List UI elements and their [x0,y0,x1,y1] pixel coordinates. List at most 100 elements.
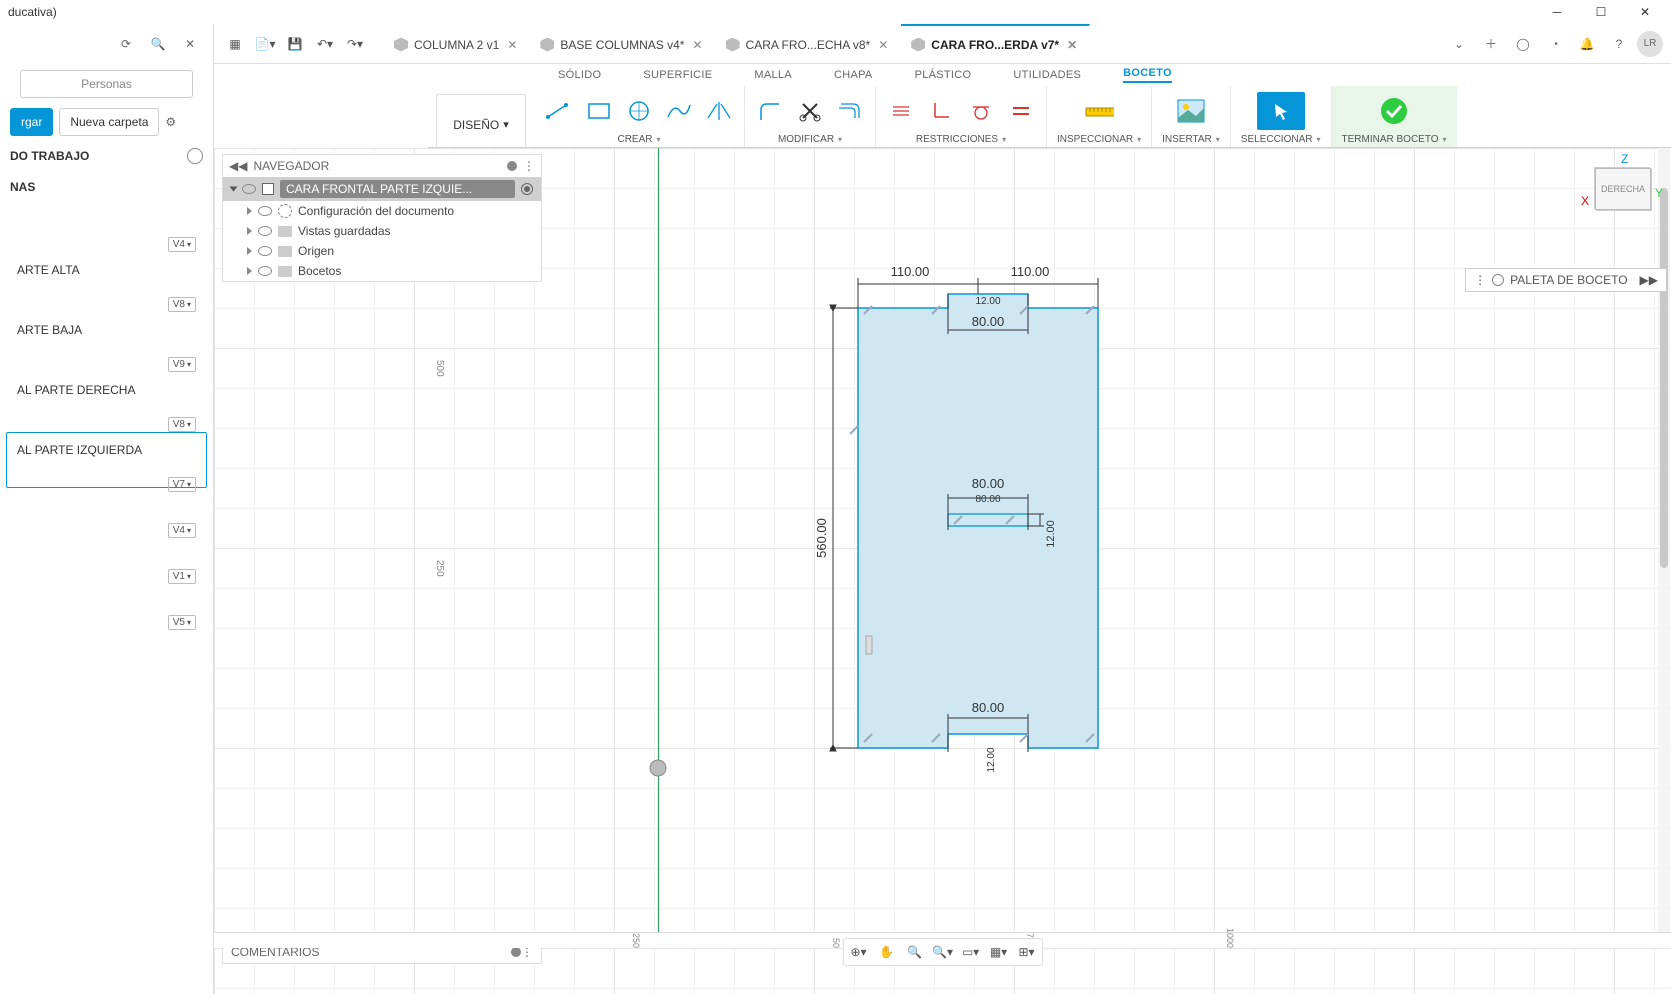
group-restricciones-label[interactable]: RESTRICCIONES [916,134,1006,145]
tab-list-icon[interactable]: ⌄ [1445,30,1473,58]
select-tool-button[interactable] [1257,92,1305,130]
project-card[interactable]: V5 [6,584,207,626]
job-status-icon[interactable]: ◔ [1541,30,1569,58]
insert-image-icon[interactable] [1176,96,1206,126]
search-icon[interactable]: 🔍 [145,31,171,57]
ribbon-cat[interactable]: BOCETO [1123,67,1172,83]
expand-icon[interactable] [230,187,238,192]
browser-root[interactable]: CARA FRONTAL PARTE IZQUIE... [223,177,541,201]
group-seleccionar-label[interactable]: SELECCIONAR [1241,134,1321,145]
undo-icon[interactable]: ↶▾ [310,29,340,59]
save-icon[interactable]: 💾 [280,29,310,59]
visibility-icon[interactable] [258,206,272,216]
measure-tool-icon[interactable] [1084,96,1114,126]
version-tag[interactable]: V8 [168,417,196,432]
equal-constraint-icon[interactable] [1006,96,1036,126]
group-crear-label[interactable]: CREAR [617,134,660,145]
ribbon-cat[interactable]: UTILIDADES [1013,69,1081,81]
dim-height[interactable]: 560.00 [814,518,829,558]
people-search[interactable]: Personas [20,70,193,98]
horizontal-constraint-icon[interactable] [886,96,916,126]
ribbon-cat[interactable]: PLÁSTICO [915,69,972,81]
grid-display-icon[interactable]: ▦▾ [986,941,1012,963]
dim-12-top[interactable]: 12.00 [975,296,1000,307]
panel-dot-icon[interactable] [507,161,517,171]
browser-item[interactable]: Origen [223,241,541,261]
version-tag[interactable]: V9 [168,357,196,372]
dim-80-bot[interactable]: 80.00 [972,700,1005,715]
notifications-icon[interactable]: 🔔 [1573,30,1601,58]
spline-tool-icon[interactable] [664,96,694,126]
expand-icon[interactable] [247,207,252,215]
minimize-button[interactable]: ─ [1535,0,1579,24]
offset-tool-icon[interactable] [835,96,865,126]
canvas[interactable]: 560.00 110.00 110.00 80.00 12.00 80.00 8… [214,148,1671,994]
sketch-palette-header[interactable]: ⋮ PALETA DE BOCETO ▶▶ [1465,268,1667,292]
close-button[interactable]: ✕ [1623,0,1667,24]
dim-top-left[interactable]: 110.00 [891,264,930,279]
upload-button[interactable]: rgar [10,108,53,136]
dim-12-mid[interactable]: 12.00 [1045,520,1057,548]
version-tag[interactable]: V4 [168,237,196,252]
project-card[interactable]: V1 [6,538,207,580]
sketch-drawing[interactable]: 560.00 110.00 110.00 80.00 12.00 80.00 8… [658,218,1158,778]
expand-icon[interactable] [247,267,252,275]
collapse-icon[interactable]: ◀◀ [229,159,247,173]
close-tab-icon[interactable]: ✕ [1065,38,1079,52]
maximize-button[interactable]: ☐ [1579,0,1623,24]
viewport-icon[interactable]: ⊞▾ [1014,941,1040,963]
project-card[interactable]: ARTE BAJAV9 [6,312,207,368]
visibility-icon[interactable] [258,246,272,256]
ribbon-cat[interactable]: MALLA [754,69,792,81]
ribbon-cat[interactable]: SUPERFICIE [643,69,712,81]
refresh-icon[interactable]: ⟳ [113,31,139,57]
activate-radio[interactable] [521,183,533,195]
project-card[interactable]: AL PARTE DERECHAV8 [6,372,207,428]
document-tab[interactable]: CARA FRO...ERDA v7*✕ [901,24,1090,63]
extensions-icon[interactable]: ◯ [1509,30,1537,58]
document-tab[interactable]: CARA FRO...ECHA v8*✕ [716,24,902,63]
redo-icon[interactable]: ↷▾ [340,29,370,59]
ribbon-cat[interactable]: SÓLIDO [558,69,601,81]
browser-item[interactable]: Configuración del documento [223,201,541,221]
orbit-icon[interactable]: ⊕▾ [846,941,872,963]
line-tool-icon[interactable] [544,96,574,126]
perpendicular-constraint-icon[interactable] [926,96,956,126]
version-tag[interactable]: V5 [168,615,196,630]
fillet-tool-icon[interactable] [755,96,785,126]
visibility-icon[interactable] [258,266,272,276]
panel-handle-icon[interactable]: ⋮ [523,159,535,173]
document-tab[interactable]: BASE COLUMNAS v4*✕ [530,24,715,63]
close-tab-icon[interactable]: ✕ [690,38,704,52]
vertical-scrollbar[interactable] [1658,148,1670,932]
document-tab[interactable]: COLUMNA 2 v1✕ [384,24,530,63]
settings-gear-icon[interactable]: ⚙ [165,115,176,129]
section-nas[interactable]: NAS [0,172,213,202]
close-panel-icon[interactable]: ✕ [177,31,203,57]
expand-palette-icon[interactable]: ▶▶ [1640,273,1658,287]
pan-icon[interactable]: ✋ [874,941,900,963]
palette-gear-icon[interactable] [1492,274,1504,286]
visibility-icon[interactable] [258,226,272,236]
project-card[interactable]: AL PARTE IZQUIERDAV7 [6,432,207,488]
project-card[interactable]: ARTE ALTAV8 [6,252,207,308]
trim-tool-icon[interactable] [795,96,825,126]
new-tab-icon[interactable]: ＋ [1477,30,1505,58]
zoom-icon[interactable]: 🔍 [902,941,928,963]
visibility-icon[interactable] [242,184,256,194]
ribbon-cat[interactable]: CHAPA [834,69,873,81]
fit-icon[interactable]: 🔍▾ [930,941,956,963]
apps-grid-icon[interactable]: ▦ [220,29,250,59]
version-tag[interactable]: V8 [168,297,196,312]
dim-80-mid2[interactable]: 80.00 [975,494,1000,505]
group-modificar-label[interactable]: MODIFICAR [778,134,842,145]
help-icon[interactable]: ? [1605,30,1633,58]
version-tag[interactable]: V7 [168,477,196,492]
section-trabajo[interactable]: DO TRABAJO [0,140,213,172]
workspace-selector[interactable]: DISEÑO ▾ [436,94,526,155]
dim-80-mid[interactable]: 80.00 [972,476,1005,491]
group-inspeccionar-label[interactable]: INSPECCIONAR [1057,134,1141,145]
close-tab-icon[interactable]: ✕ [876,38,890,52]
palette-handle-icon[interactable]: ⋮ [1474,273,1486,287]
file-menu-icon[interactable]: 📄▾ [250,29,280,59]
